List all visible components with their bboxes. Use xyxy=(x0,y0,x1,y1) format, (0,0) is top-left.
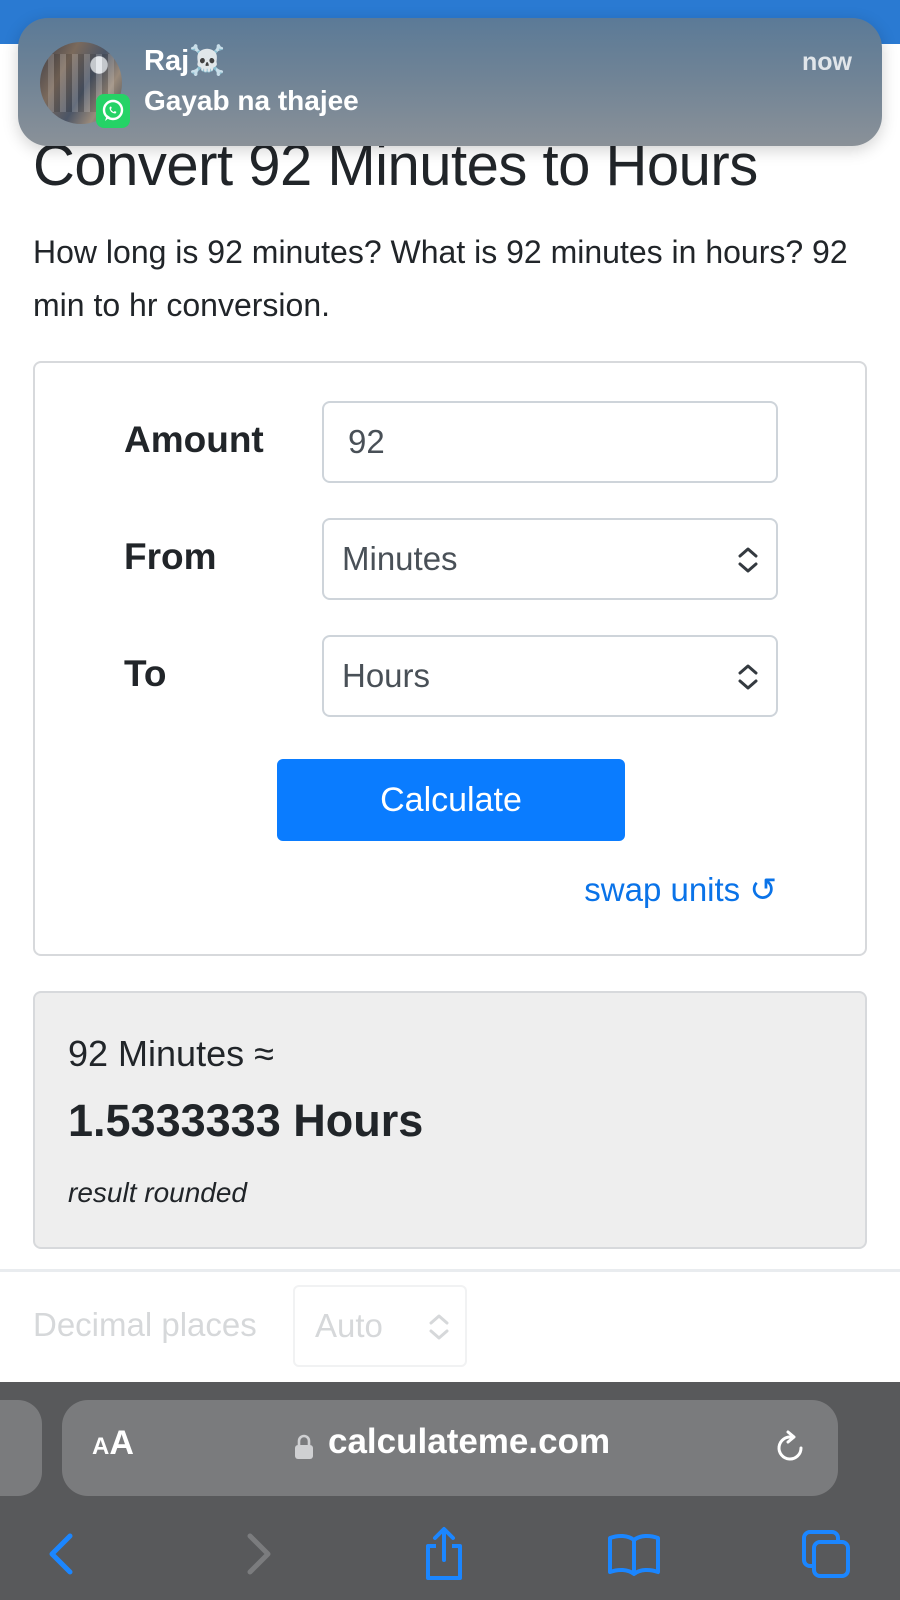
decimal-places-value: Auto xyxy=(315,1307,383,1344)
whatsapp-notification-banner[interactable]: Raj☠️ Gayab na thajee now xyxy=(18,18,882,146)
amount-value: 92 xyxy=(348,423,385,460)
tabs-icon[interactable] xyxy=(796,1524,856,1584)
select-chevron-icon xyxy=(429,1314,449,1340)
text-size-button[interactable]: AA xyxy=(92,1424,134,1463)
to-unit-select[interactable]: Hours xyxy=(322,635,778,717)
result-panel: 92 Minutes ≈ 1.5333333 Hours result roun… xyxy=(33,991,867,1249)
select-chevron-icon xyxy=(738,664,758,690)
notification-time: now xyxy=(802,48,852,76)
from-unit-select[interactable]: Minutes xyxy=(322,518,778,600)
bookmarks-icon[interactable] xyxy=(604,1524,664,1584)
calculate-button[interactable]: Calculate xyxy=(277,759,625,841)
url-text: calculateme.com xyxy=(328,1422,611,1461)
result-note: result rounded xyxy=(68,1177,248,1208)
page-intro: How long is 92 minutes? What is 92 minut… xyxy=(33,234,848,323)
divider xyxy=(0,1269,900,1272)
converter-form: Amount 92 From Minutes To Hours Calculat… xyxy=(33,361,867,956)
forward-icon[interactable] xyxy=(228,1524,288,1584)
from-unit-value: Minutes xyxy=(342,540,458,577)
amount-label: Amount xyxy=(124,419,264,460)
back-icon[interactable] xyxy=(32,1524,92,1584)
address-bar[interactable]: AA calculateme.com xyxy=(62,1400,838,1496)
to-label: To xyxy=(124,653,167,694)
decimal-places-select[interactable]: Auto xyxy=(293,1285,467,1367)
previous-tab-peek[interactable] xyxy=(0,1400,42,1496)
swap-units-link[interactable]: swap units ↺ xyxy=(584,870,777,909)
result-value: 1.5333333 Hours xyxy=(68,1095,424,1146)
browser-bottom-bar: AA calculateme.com xyxy=(0,1382,900,1600)
select-chevron-icon xyxy=(738,547,758,573)
notification-sender: Raj☠️ xyxy=(144,45,226,77)
amount-input[interactable]: 92 xyxy=(322,401,778,483)
to-unit-value: Hours xyxy=(342,657,431,694)
reload-icon[interactable] xyxy=(770,1428,810,1468)
share-icon[interactable] xyxy=(414,1524,474,1584)
notification-message: Gayab na thajee xyxy=(144,85,359,116)
decimal-places-label: Decimal places xyxy=(33,1306,257,1343)
result-input-summary: 92 Minutes ≈ xyxy=(68,1033,274,1074)
from-label: From xyxy=(124,536,217,577)
whatsapp-icon xyxy=(96,94,130,128)
lock-icon xyxy=(295,1434,313,1459)
